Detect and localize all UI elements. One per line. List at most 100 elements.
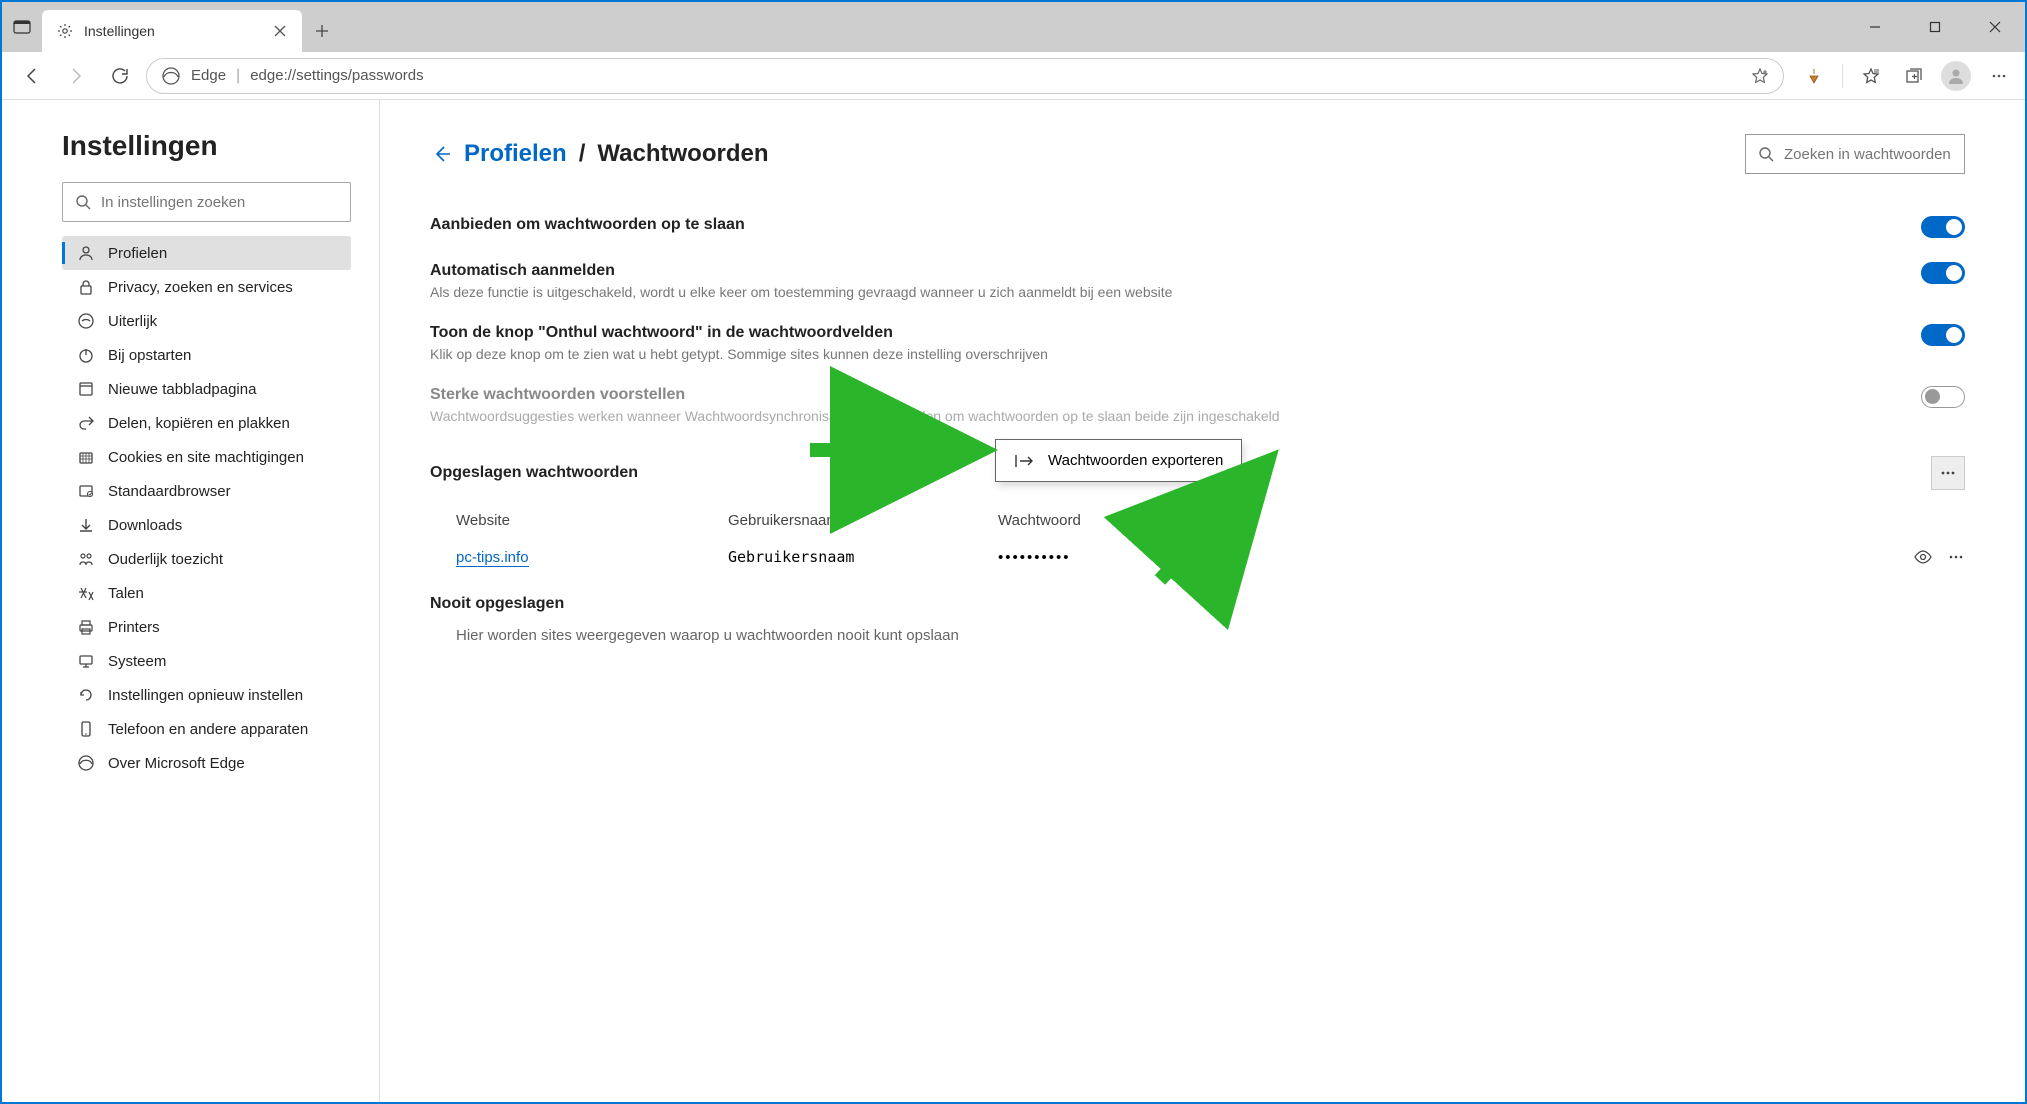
col-website: Website [456, 512, 728, 529]
setting-row: Toon de knop "Onthul wachtwoord" in de w… [430, 312, 1965, 374]
reveal-password-icon[interactable] [1913, 547, 1933, 567]
setting-description: Klik op deze knop om te zien wat u hebt … [430, 346, 1881, 362]
menu-icon[interactable] [1985, 62, 2013, 90]
toggle-switch[interactable] [1921, 262, 1965, 284]
close-tab-icon[interactable] [272, 23, 288, 39]
export-passwords-popup[interactable]: Wachtwoorden exporteren [995, 439, 1242, 482]
sidebar-item-downloads[interactable]: Downloads [62, 508, 351, 542]
profile-icon [76, 244, 96, 262]
passwords-search-input[interactable] [1784, 146, 1952, 163]
extension-icon[interactable] [1800, 62, 1828, 90]
breadcrumb-link[interactable]: Profielen [464, 140, 567, 168]
family-icon [76, 550, 96, 568]
default-icon [76, 482, 96, 500]
sidebar-item-label: Privacy, zoeken en services [108, 279, 293, 296]
sidebar-item-telefoon-en-andere-apparaten[interactable]: Telefoon en andere apparaten [62, 712, 351, 746]
maximize-button[interactable] [1905, 2, 1965, 52]
collections-icon[interactable] [1899, 62, 1927, 90]
refresh-button[interactable] [102, 58, 138, 94]
setting-row: Sterke wachtwoorden voorstellen Wachtwoor… [430, 374, 1965, 436]
sidebar-search[interactable] [62, 182, 351, 222]
breadcrumb-back-icon[interactable] [430, 143, 452, 165]
sidebar-item-label: Ouderlijk toezicht [108, 551, 223, 568]
sidebar-item-nieuwe-tabbladpagina[interactable]: Nieuwe tabbladpagina [62, 372, 351, 406]
never-saved-desc: Hier worden sites weergegeven waarop u w… [430, 627, 1965, 644]
breadcrumb-current: Wachtwoorden [597, 140, 768, 168]
col-username: Gebruikersnaam [728, 512, 998, 529]
edge-icon [161, 66, 181, 86]
search-icon [75, 194, 91, 210]
sidebar-item-label: Uiterlijk [108, 313, 157, 330]
tab-preview-button[interactable] [2, 2, 42, 52]
sidebar-item-bij-opstarten[interactable]: Bij opstarten [62, 338, 351, 372]
new-tab-button[interactable] [302, 10, 342, 52]
sidebar-item-talen[interactable]: Talen [62, 576, 351, 610]
password-row: pc-tips.infoGebruikersnaam•••••••••• [430, 537, 1965, 577]
sidebar-title: Instellingen [62, 130, 351, 162]
sidebar-item-delen-kopi-ren-en-plakken[interactable]: Delen, kopiëren en plakken [62, 406, 351, 440]
more-options-button[interactable] [1931, 456, 1965, 490]
sidebar-item-label: Instellingen opnieuw instellen [108, 687, 303, 704]
printer-icon [76, 618, 96, 636]
sidebar-item-cookies-en-site-machtigingen[interactable]: Cookies en site machtigingen [62, 440, 351, 474]
col-password: Wachtwoord [998, 512, 1885, 529]
sidebar-item-label: Over Microsoft Edge [108, 755, 245, 772]
setting-row: Automatisch aanmelden Als deze functie is… [430, 250, 1965, 312]
search-icon [1758, 146, 1774, 162]
sidebar-item-label: Standaardbrowser [108, 483, 231, 500]
setting-title: Sterke wachtwoorden voorstellen [430, 386, 1881, 404]
passwords-table: Website Gebruikersnaam Wachtwoord pc-tip… [430, 504, 1965, 577]
sidebar-search-input[interactable] [101, 194, 338, 211]
favorites-icon[interactable] [1857, 62, 1885, 90]
back-button[interactable] [14, 58, 50, 94]
settings-main: Profielen / Wachtwoorden Aanbieden om wa… [380, 100, 2025, 1102]
sidebar-item-label: Delen, kopiëren en plakken [108, 415, 290, 432]
username-value: Gebruikersnaam [728, 548, 998, 566]
setting-description: Wachtwoordsuggesties werken wanneer Wach… [430, 408, 1881, 424]
sidebar-item-ouderlijk-toezicht[interactable]: Ouderlijk toezicht [62, 542, 351, 576]
toggle-switch[interactable] [1921, 216, 1965, 238]
sidebar-item-standaardbrowser[interactable]: Standaardbrowser [62, 474, 351, 508]
sidebar-item-instellingen-opnieuw-instellen[interactable]: Instellingen opnieuw instellen [62, 678, 351, 712]
sidebar-item-uiterlijk[interactable]: Uiterlijk [62, 304, 351, 338]
share-icon [76, 414, 96, 432]
forward-button[interactable] [58, 58, 94, 94]
window-controls [1845, 2, 2025, 52]
language-icon [76, 584, 96, 602]
add-favorite-icon[interactable] [1751, 67, 1769, 85]
close-window-button[interactable] [1965, 2, 2025, 52]
power-icon [76, 346, 96, 364]
lock-icon [76, 278, 96, 296]
system-icon [76, 652, 96, 670]
address-label: Edge [191, 67, 226, 84]
sidebar-item-label: Nieuwe tabbladpagina [108, 381, 256, 398]
reset-icon [76, 686, 96, 704]
setting-title: Toon de knop "Onthul wachtwoord" in de w… [430, 324, 1881, 342]
settings-sidebar: Instellingen Profielen Privacy, zoeken en… [2, 100, 380, 1102]
sidebar-item-label: Systeem [108, 653, 166, 670]
row-more-icon[interactable] [1947, 548, 1965, 566]
toggle-switch[interactable] [1921, 386, 1965, 408]
toggle-switch[interactable] [1921, 324, 1965, 346]
setting-title: Automatisch aanmelden [430, 262, 1881, 280]
passwords-search[interactable] [1745, 134, 1965, 174]
setting-row: Aanbieden om wachtwoorden op te slaan [430, 204, 1965, 250]
minimize-button[interactable] [1845, 2, 1905, 52]
sidebar-item-systeem[interactable]: Systeem [62, 644, 351, 678]
sidebar-item-privacy-zoeken-en-services[interactable]: Privacy, zoeken en services [62, 270, 351, 304]
sidebar-item-label: Talen [108, 585, 144, 602]
browser-tab[interactable]: Instellingen [42, 10, 302, 52]
profile-avatar[interactable] [1941, 61, 1971, 91]
sidebar-item-printers[interactable]: Printers [62, 610, 351, 644]
sidebar-item-over-microsoft-edge[interactable]: Over Microsoft Edge [62, 746, 351, 780]
phone-icon [76, 720, 96, 738]
setting-description: Als deze functie is uitgeschakeld, wordt… [430, 284, 1881, 300]
browser-toolbar: Edge | edge://settings/passwords [2, 52, 2025, 100]
sidebar-item-label: Printers [108, 619, 160, 636]
site-link[interactable]: pc-tips.info [456, 549, 529, 567]
appearance-icon [76, 312, 96, 330]
export-icon [1014, 453, 1034, 469]
sidebar-item-profielen[interactable]: Profielen [62, 236, 351, 270]
address-bar[interactable]: Edge | edge://settings/passwords [146, 58, 1784, 94]
address-url: edge://settings/passwords [250, 67, 1741, 84]
